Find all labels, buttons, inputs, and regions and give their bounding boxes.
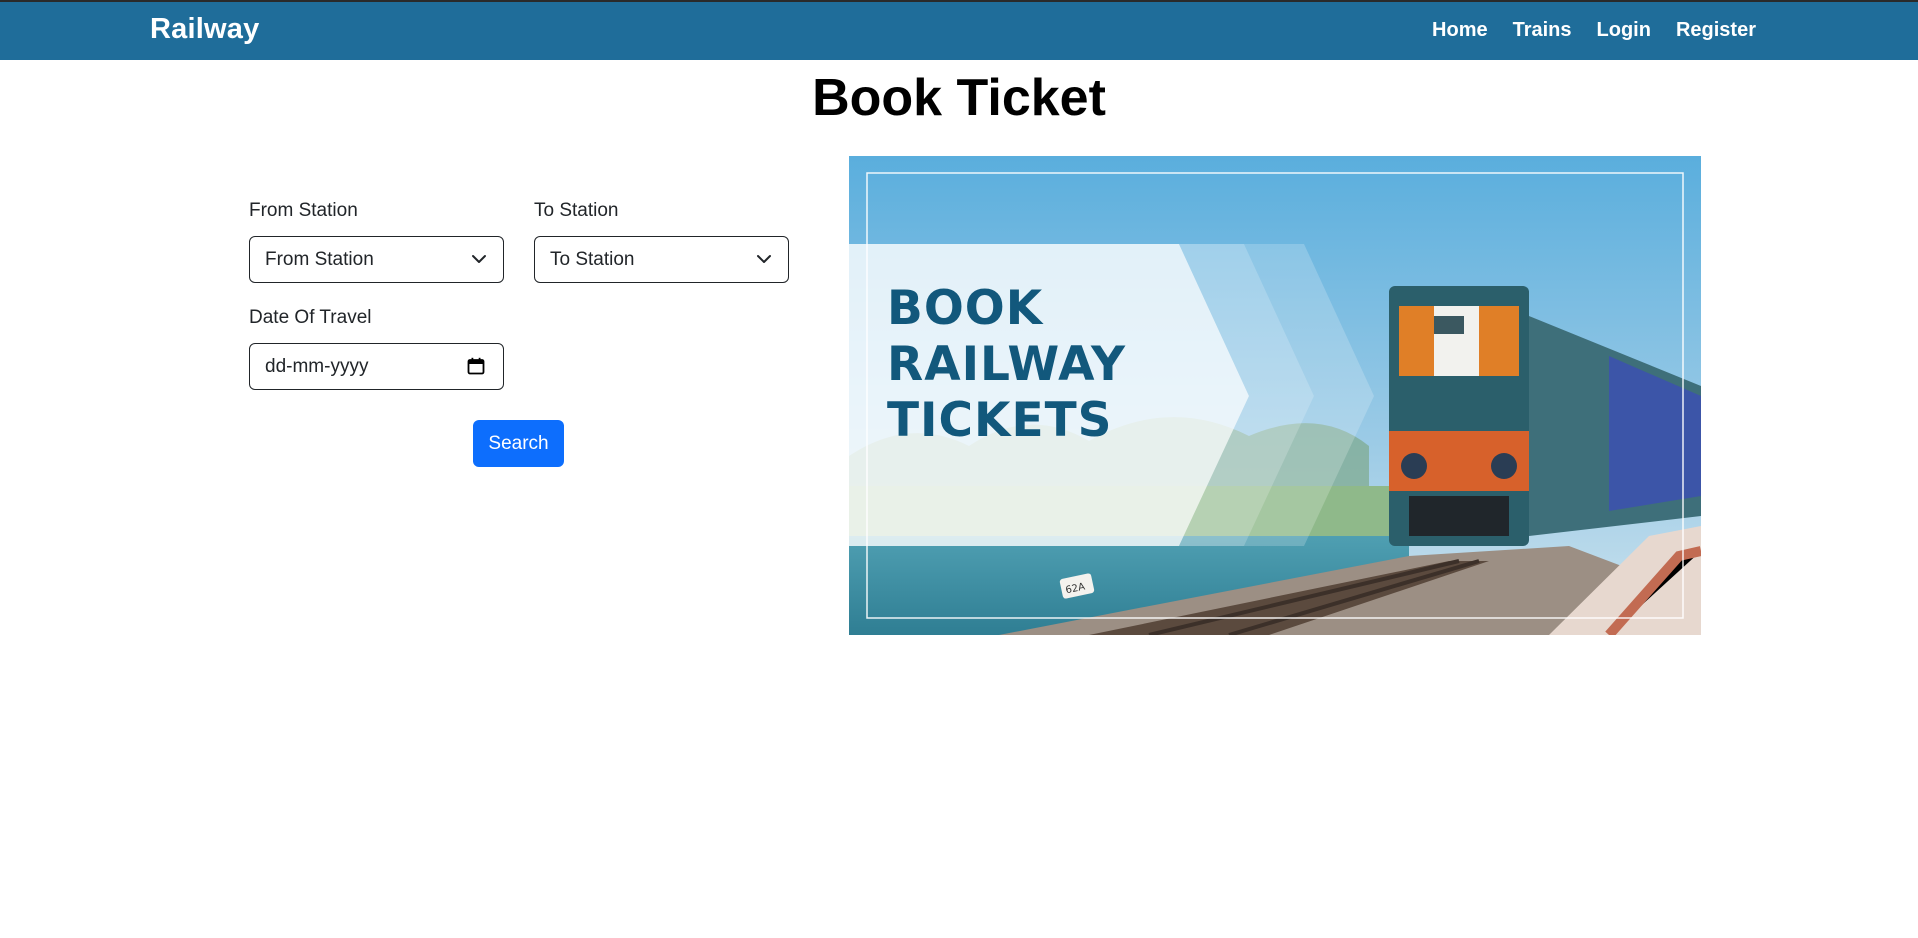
date-of-travel-input[interactable]: dd-mm-yyyy <box>249 343 504 390</box>
to-station-label: To Station <box>534 200 619 221</box>
date-of-travel-label: Date Of Travel <box>249 307 372 328</box>
from-station-select[interactable]: From Station <box>249 236 504 283</box>
date-placeholder: dd-mm-yyyy <box>265 355 369 377</box>
banner-line-1: BOOK <box>887 281 1044 336</box>
from-station-label: From Station <box>249 200 358 221</box>
book-railway-tickets-banner: 62A BOOK RAILWAY TICKETS <box>849 156 1701 635</box>
brand-logo[interactable]: Railway <box>150 13 259 46</box>
nav-links: Home Trains Login Register <box>1432 19 1756 42</box>
to-station-select[interactable]: To Station <box>534 236 789 283</box>
chevron-down-icon <box>472 255 486 263</box>
nav-link-home[interactable]: Home <box>1432 19 1488 42</box>
banner-line-3: TICKETS <box>887 393 1113 448</box>
banner-line-2: RAILWAY <box>887 337 1126 392</box>
calendar-icon[interactable] <box>467 357 485 375</box>
nav-link-trains[interactable]: Trains <box>1513 19 1572 42</box>
navbar: Railway Home Trains Login Register <box>0 0 1918 60</box>
search-button[interactable]: Search <box>473 420 564 467</box>
page-title: Book Ticket <box>812 69 1106 127</box>
banner-heading: BOOK RAILWAY TICKETS <box>887 281 1126 449</box>
to-station-value: To Station <box>550 248 635 270</box>
chevron-down-icon <box>757 255 771 263</box>
from-station-value: From Station <box>265 248 374 270</box>
nav-link-register[interactable]: Register <box>1676 19 1756 42</box>
nav-link-login[interactable]: Login <box>1597 19 1651 42</box>
